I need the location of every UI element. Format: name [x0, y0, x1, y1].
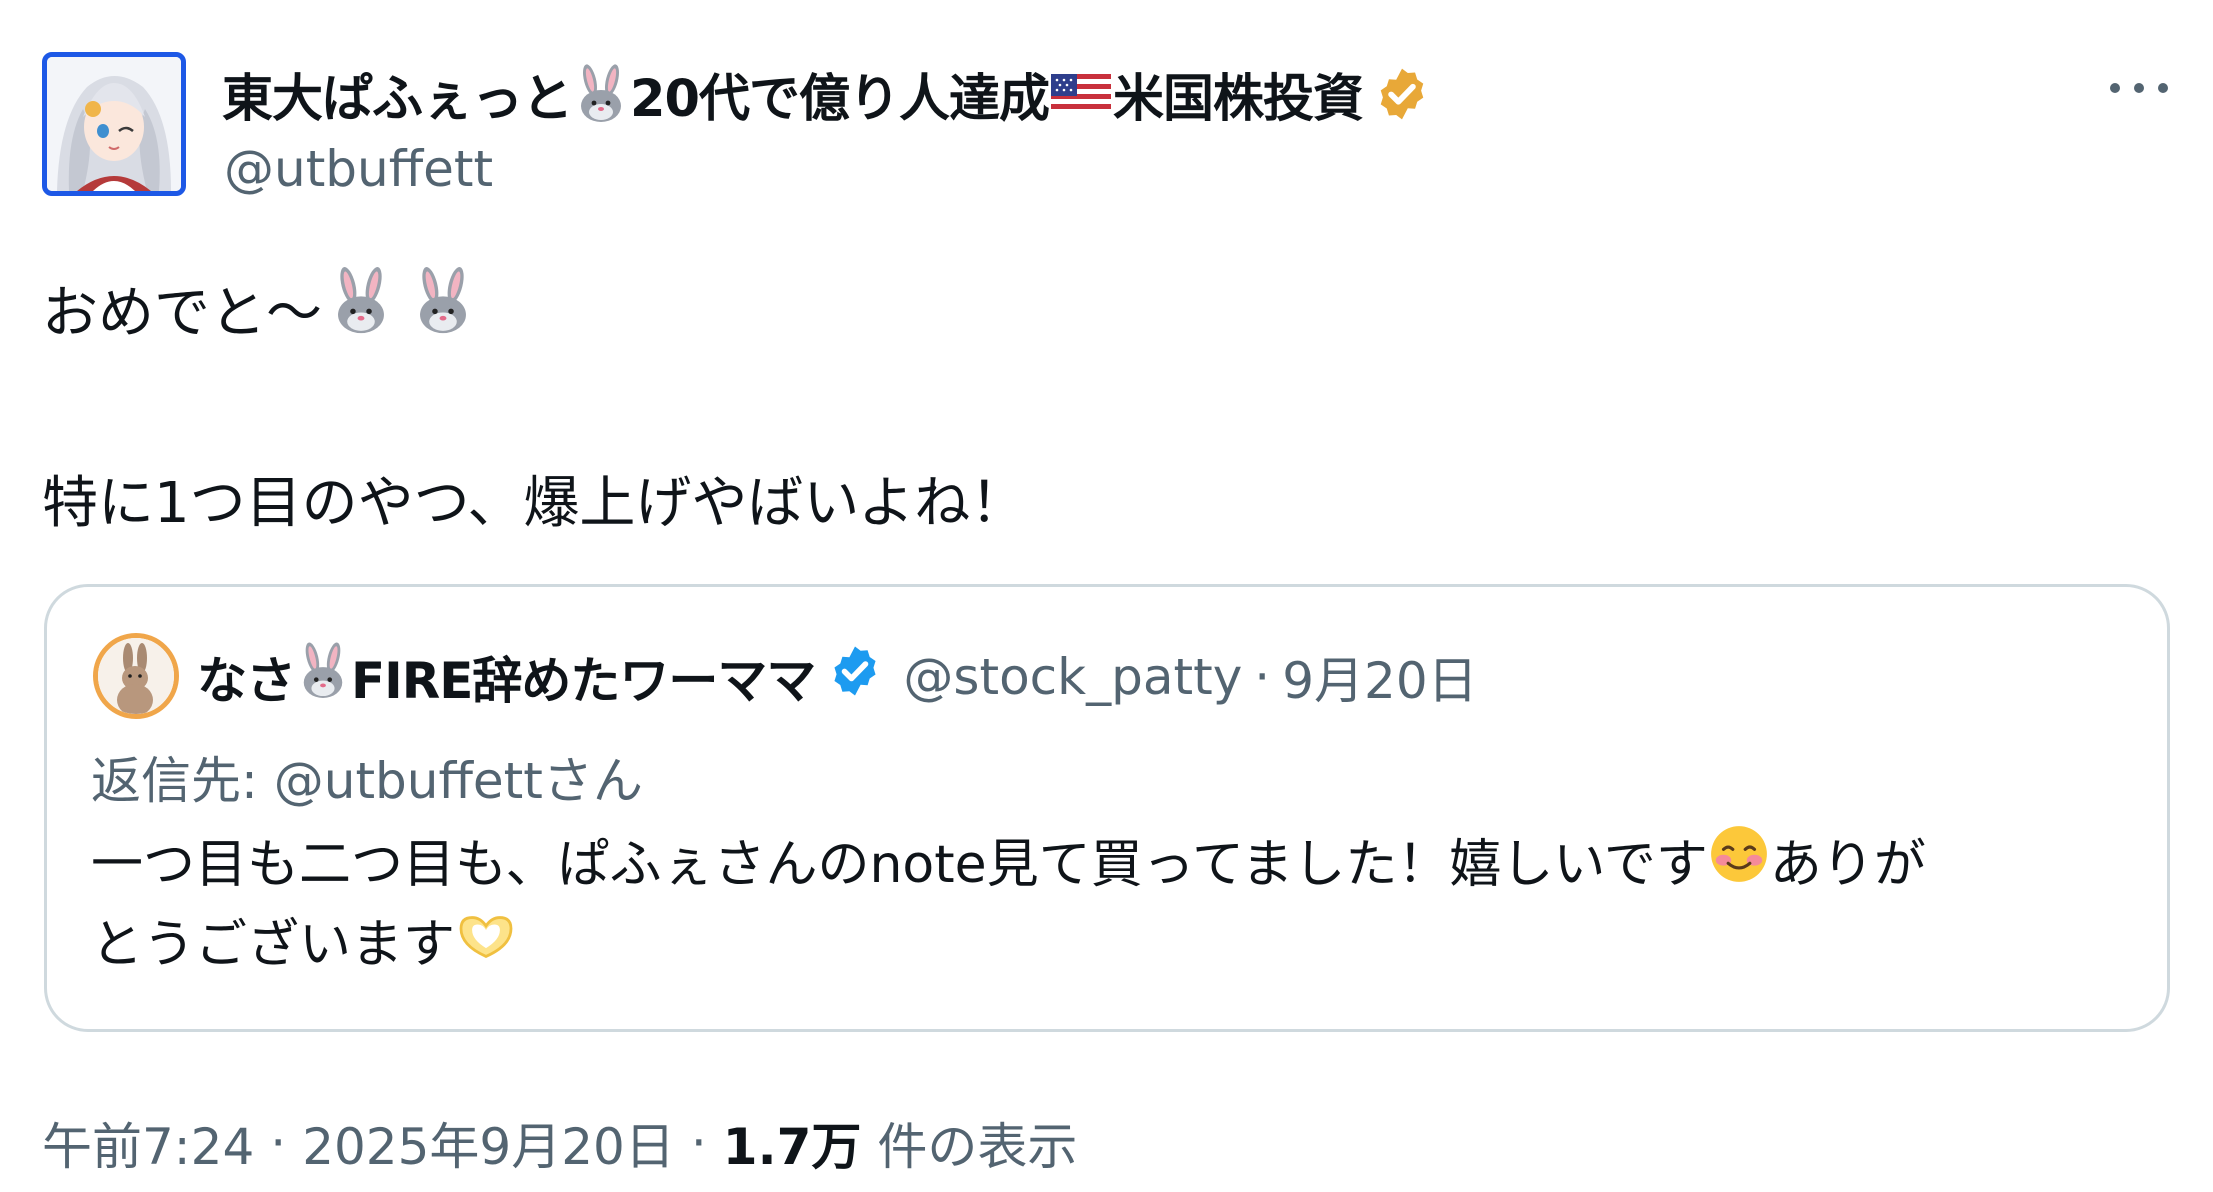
more-dot — [2134, 83, 2144, 93]
rabbit-emoji-icon — [412, 266, 474, 350]
gold-verified-badge-icon[interactable] — [1373, 65, 1431, 123]
footer-separator: · — [690, 1114, 707, 1172]
smiling-face-emoji-icon — [1708, 823, 1770, 908]
views-label: 件の表示 — [877, 1118, 1078, 1176]
tweet-time[interactable]: 午前7:24 — [42, 1107, 254, 1179]
views-count[interactable]: 1.7万 — [723, 1107, 862, 1179]
more-options-button[interactable] — [2104, 66, 2174, 110]
quoted-author-handle[interactable]: @stock_patty — [903, 648, 1242, 706]
author-name-part3: 米国株投資 — [1113, 70, 1364, 129]
rabbit-emoji-icon — [297, 642, 349, 712]
heart-hands-emoji-icon — [455, 905, 517, 985]
author-display-name[interactable]: 東大ぱふぇっと 20代で億り人達成 米国株投資 — [222, 58, 1433, 130]
tweet-text: おめでと〜 — [42, 280, 322, 346]
quoted-name-part2: FIRE辞めたワーママ — [351, 652, 816, 710]
footer-separator: · — [270, 1114, 287, 1172]
quoted-tweet-text: 一つ目も二つ目も、ぱふぇさんのnote見て買ってました！嬉しいです ありが とう… — [91, 825, 2091, 985]
header-separator: · — [1254, 648, 1271, 706]
tweet-text-line1: おめでと〜 — [42, 266, 474, 350]
quoted-name-part1: なさ — [197, 652, 296, 710]
author-avatar[interactable] — [42, 52, 186, 196]
rabbit-avatar-icon — [98, 638, 174, 714]
author-name-part1: 東大ぱふぇっと — [222, 70, 573, 129]
reply-prefix: 返信先: — [91, 752, 274, 810]
quoted-tweet-header: なさ FIRE辞めたワーママ @stock_patty · 9月20日 — [197, 635, 1478, 719]
reply-to-line: 返信先: @utbuffettさん — [91, 741, 643, 813]
rabbit-emoji-icon — [330, 266, 392, 350]
quoted-author-avatar[interactable] — [93, 633, 179, 719]
tweet-metadata: 午前7:24 · 2025年9月20日 · 1.7万 件の表示 — [42, 1108, 1077, 1178]
quoted-author-name[interactable]: なさ FIRE辞めたワーママ — [197, 641, 883, 713]
more-dot — [2110, 83, 2120, 93]
us-flag-emoji-icon — [1051, 72, 1111, 116]
quoted-text-segment: とうございます — [91, 915, 456, 975]
rabbit-emoji-icon — [574, 64, 628, 124]
tweet-text-line2: 特に1つ目のやつ、爆上げやばいよね！ — [42, 458, 1026, 538]
reply-mention-link[interactable]: @utbuffett — [274, 752, 543, 810]
blue-verified-badge-icon[interactable] — [827, 643, 883, 711]
more-dot — [2158, 83, 2168, 93]
quoted-text-line1: 一つ目も二つ目も、ぱふぇさんのnote見て買ってました！嬉しいです ありが — [91, 825, 2091, 905]
anime-girl-avatar-icon — [47, 57, 181, 191]
quoted-text-segment: 一つ目も二つ目も、ぱふぇさんのnote見て買ってました！嬉しいです — [91, 835, 1708, 895]
author-name-part2: 20代で億り人達成 — [630, 70, 1050, 129]
quoted-text-line2: とうございます — [91, 905, 2091, 985]
tweet-date[interactable]: 2025年9月20日 — [302, 1107, 675, 1179]
quoted-text-segment: ありが — [1769, 835, 1926, 895]
reply-suffix: さん — [542, 752, 643, 810]
tweet-text: 特に1つ目のやつ、爆上げやばいよね！ — [42, 470, 1027, 536]
quoted-tweet-date[interactable]: 9月20日 — [1282, 641, 1477, 713]
quoted-tweet-card[interactable]: なさ FIRE辞めたワーママ @stock_patty · 9月20日 返信先:… — [44, 584, 2170, 1032]
author-handle[interactable]: @utbuffett — [224, 140, 493, 198]
